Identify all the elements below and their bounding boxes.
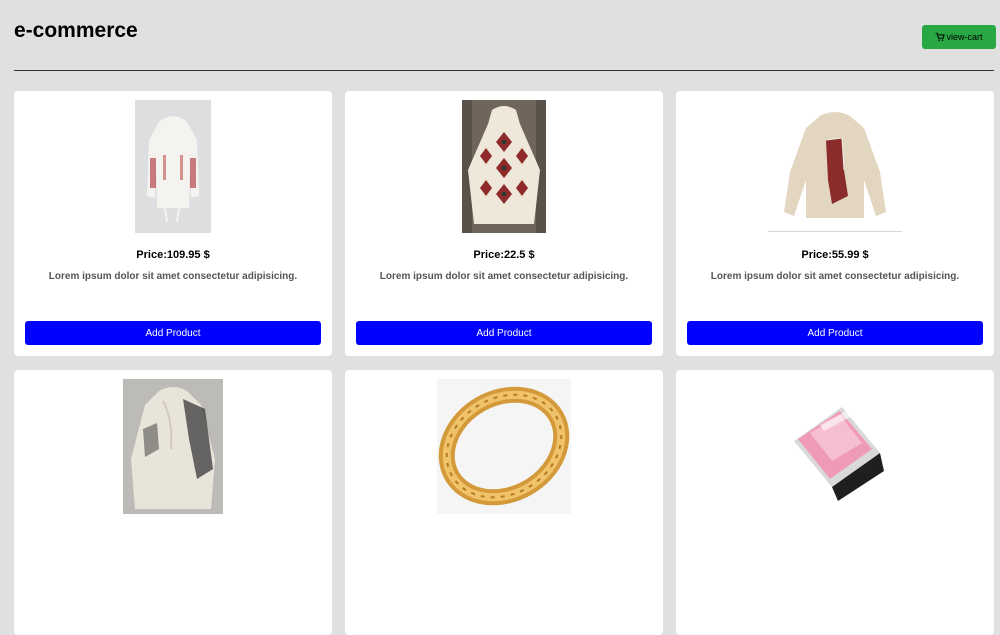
product-price: Price:109.95 $: [136, 249, 210, 261]
view-cart-button[interactable]: view-cart: [922, 25, 996, 49]
product-card: [345, 370, 663, 635]
product-card: [14, 370, 332, 635]
product-image-white-hoodie[interactable]: [135, 100, 211, 233]
product-description: Lorem ipsum dolor sit amet consectetur a…: [710, 271, 960, 282]
product-card: [676, 370, 994, 635]
header-divider: [14, 70, 994, 71]
product-image-gold-bangle[interactable]: [437, 379, 571, 514]
product-description: Lorem ipsum dolor sit amet consectetur a…: [379, 271, 629, 282]
add-product-button[interactable]: Add Product: [25, 321, 321, 345]
product-image-beige-hoodie[interactable]: [768, 100, 902, 235]
shopping-cart-icon: [936, 32, 946, 41]
product-grid: Price:109.95 $ Lorem ipsum dolor sit ame…: [14, 91, 994, 635]
product-image-blush-compact[interactable]: [780, 379, 890, 514]
product-card: Price:109.95 $ Lorem ipsum dolor sit ame…: [14, 91, 332, 356]
header: e-commerce view-cart: [0, 0, 1000, 71]
product-image-cream-hoodie[interactable]: [123, 379, 223, 514]
product-card: Price:55.99 $ Lorem ipsum dolor sit amet…: [676, 91, 994, 356]
add-product-button[interactable]: Add Product: [356, 321, 652, 345]
product-image-poncho[interactable]: [462, 100, 546, 233]
product-description: Lorem ipsum dolor sit amet consectetur a…: [48, 271, 298, 282]
product-price: Price:55.99 $: [801, 249, 869, 261]
page-title: e-commerce: [14, 19, 138, 42]
product-price: Price:22.5 $: [473, 249, 535, 261]
add-product-button[interactable]: Add Product: [687, 321, 983, 345]
view-cart-label: view-cart: [946, 32, 983, 42]
product-card: Price:22.5 $ Lorem ipsum dolor sit amet …: [345, 91, 663, 356]
